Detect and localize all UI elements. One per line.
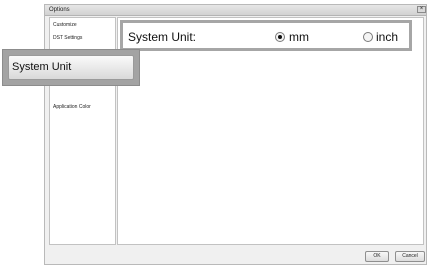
options-content-panel: System Unit: mm inch [117,17,424,245]
sidebar-item-customize[interactable]: Customize [53,22,77,28]
options-window: Options × Customize DST Settings Applica… [44,4,427,265]
title-bar: Options × [45,5,426,16]
inch-radio-label[interactable]: inch [376,30,398,44]
sidebar-item-dst-settings[interactable]: DST Settings [53,35,82,41]
cancel-button[interactable]: Cancel [395,251,425,262]
inch-radio[interactable] [363,32,373,42]
mm-radio[interactable] [275,32,285,42]
close-button[interactable]: × [417,6,426,13]
mm-radio-label[interactable]: mm [289,30,309,44]
system-unit-nav-highlight[interactable]: System Unit [8,55,134,80]
system-unit-callout: System Unit [2,49,140,86]
ok-button[interactable]: OK [365,251,389,262]
sidebar-item-application-color[interactable]: Application Color [53,104,91,110]
system-unit-label: System Unit: [128,30,197,44]
system-unit-callout-label: System Unit [12,61,72,73]
system-unit-row: System Unit: mm inch [120,20,412,51]
window-title: Options [49,7,70,13]
